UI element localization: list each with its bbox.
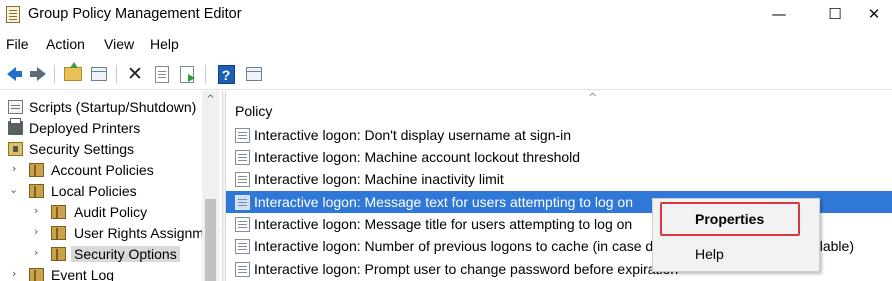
gpme-app-icon	[6, 6, 20, 23]
tree-item-audit-policy[interactable]: › Audit Policy	[0, 202, 200, 223]
title-bar: Group Policy Management Editor — ☐ ✕	[0, 0, 892, 30]
policy-label: Interactive logon: Machine inactivity li…	[254, 171, 504, 187]
policy-icon	[235, 150, 250, 165]
menu-file[interactable]: File	[6, 36, 29, 52]
tree-item-label: Audit Policy	[74, 204, 148, 220]
chevron-right-icon[interactable]: ›	[34, 246, 44, 259]
book-icon	[51, 226, 66, 240]
tree-item-label: Local Policies	[51, 183, 137, 199]
tree-item-user-rights-assignment[interactable]: › User Rights Assignment	[0, 223, 220, 244]
close-button[interactable]: ✕	[856, 0, 892, 30]
tree-item-security-options[interactable]: › Security Options	[0, 244, 200, 265]
up-folder-icon[interactable]	[62, 62, 84, 85]
policy-label: Interactive logon: Machine account locko…	[254, 149, 581, 165]
tree-item-security-settings[interactable]: Security Settings	[0, 139, 200, 160]
policy-icon	[235, 217, 250, 232]
policy-icon	[235, 262, 250, 277]
policy-label: Interactive logon: Message title for use…	[254, 216, 633, 232]
show-hide-action-pane-icon[interactable]	[243, 63, 265, 85]
tree-item-label: Security Options	[71, 246, 180, 262]
policy-row[interactable]: Interactive logon: Machine account locko…	[226, 146, 892, 168]
policy-icon	[235, 195, 250, 210]
policy-row[interactable]: Interactive logon: Machine inactivity li…	[226, 168, 892, 190]
scrollbar-thumb[interactable]	[205, 199, 216, 281]
policy-icon	[235, 128, 250, 143]
minimize-button[interactable]: —	[756, 0, 802, 30]
tree-item-scripts[interactable]: Scripts (Startup/Shutdown)	[0, 97, 200, 118]
book-icon	[29, 163, 44, 177]
context-menu: Properties Help	[652, 198, 820, 272]
tree-item-deployed-printers[interactable]: Deployed Printers	[0, 118, 200, 139]
tree-scrollbar[interactable]: ^	[202, 91, 219, 281]
policy-icon	[235, 172, 250, 187]
forward-arrow-icon[interactable]	[26, 63, 48, 85]
menu-help[interactable]: Help	[150, 36, 179, 52]
chevron-right-icon[interactable]: ›	[34, 225, 44, 238]
book-icon	[51, 205, 66, 219]
book-icon	[29, 184, 44, 198]
column-header-policy[interactable]: Policy	[235, 103, 272, 119]
tree-item-label: Security Settings	[29, 141, 135, 157]
sort-indicator-icon: ^	[588, 91, 598, 104]
context-menu-help[interactable]: Help	[653, 240, 819, 268]
toolbar: ✕ ?	[0, 58, 892, 90]
properties-highlight-box	[660, 202, 800, 236]
show-hide-tree-icon[interactable]	[88, 63, 110, 85]
policy-row[interactable]: Interactive logon: Don't display usernam…	[226, 124, 892, 146]
book-icon	[29, 268, 44, 281]
scroll-icon	[8, 100, 23, 114]
toolbar-separator	[205, 65, 206, 83]
menu-view[interactable]: View	[104, 36, 134, 52]
tree-item-account-policies[interactable]: › Account Policies	[0, 160, 200, 181]
tree-item-label: Account Policies	[51, 162, 154, 178]
maximize-button[interactable]: ☐	[812, 0, 858, 30]
export-list-icon[interactable]	[176, 63, 198, 85]
policy-label: Interactive logon: Message text for user…	[254, 194, 633, 210]
toolbar-separator	[54, 65, 55, 83]
chevron-right-icon[interactable]: ›	[12, 162, 22, 175]
tree-item-label: Event Log	[51, 267, 115, 281]
scroll-up-arrow-icon[interactable]: ^	[202, 91, 219, 108]
tree-item-label: Deployed Printers	[29, 120, 141, 136]
chevron-down-icon[interactable]: ⌄	[9, 183, 19, 196]
book-icon	[51, 247, 66, 261]
menu-action[interactable]: Action	[46, 36, 85, 52]
back-arrow-icon[interactable]	[0, 63, 22, 85]
chevron-right-icon[interactable]: ›	[34, 204, 44, 217]
console-tree: Scripts (Startup/Shutdown) Deployed Prin…	[0, 91, 220, 281]
printer-icon	[8, 118, 23, 135]
policy-icon	[235, 239, 250, 254]
tree-item-event-log[interactable]: › Event Log	[0, 265, 200, 281]
tree-item-label: Scripts (Startup/Shutdown)	[29, 99, 197, 115]
menu-bar: File Action View Help	[0, 34, 892, 56]
security-settings-icon	[8, 142, 23, 156]
properties-icon[interactable]	[151, 63, 173, 85]
help-icon[interactable]: ?	[215, 63, 237, 85]
policy-label: Interactive logon: Prompt user to change…	[254, 261, 679, 277]
toolbar-separator	[116, 65, 117, 83]
policy-label: Interactive logon: Don't display usernam…	[254, 127, 572, 143]
tree-item-label: User Rights Assignment	[74, 225, 220, 241]
window-title: Group Policy Management Editor	[28, 6, 242, 22]
tree-item-local-policies[interactable]: ⌄ Local Policies	[0, 181, 200, 202]
chevron-right-icon[interactable]: ›	[12, 267, 22, 280]
delete-icon[interactable]: ✕	[124, 63, 146, 85]
help-label: Help	[695, 246, 724, 262]
